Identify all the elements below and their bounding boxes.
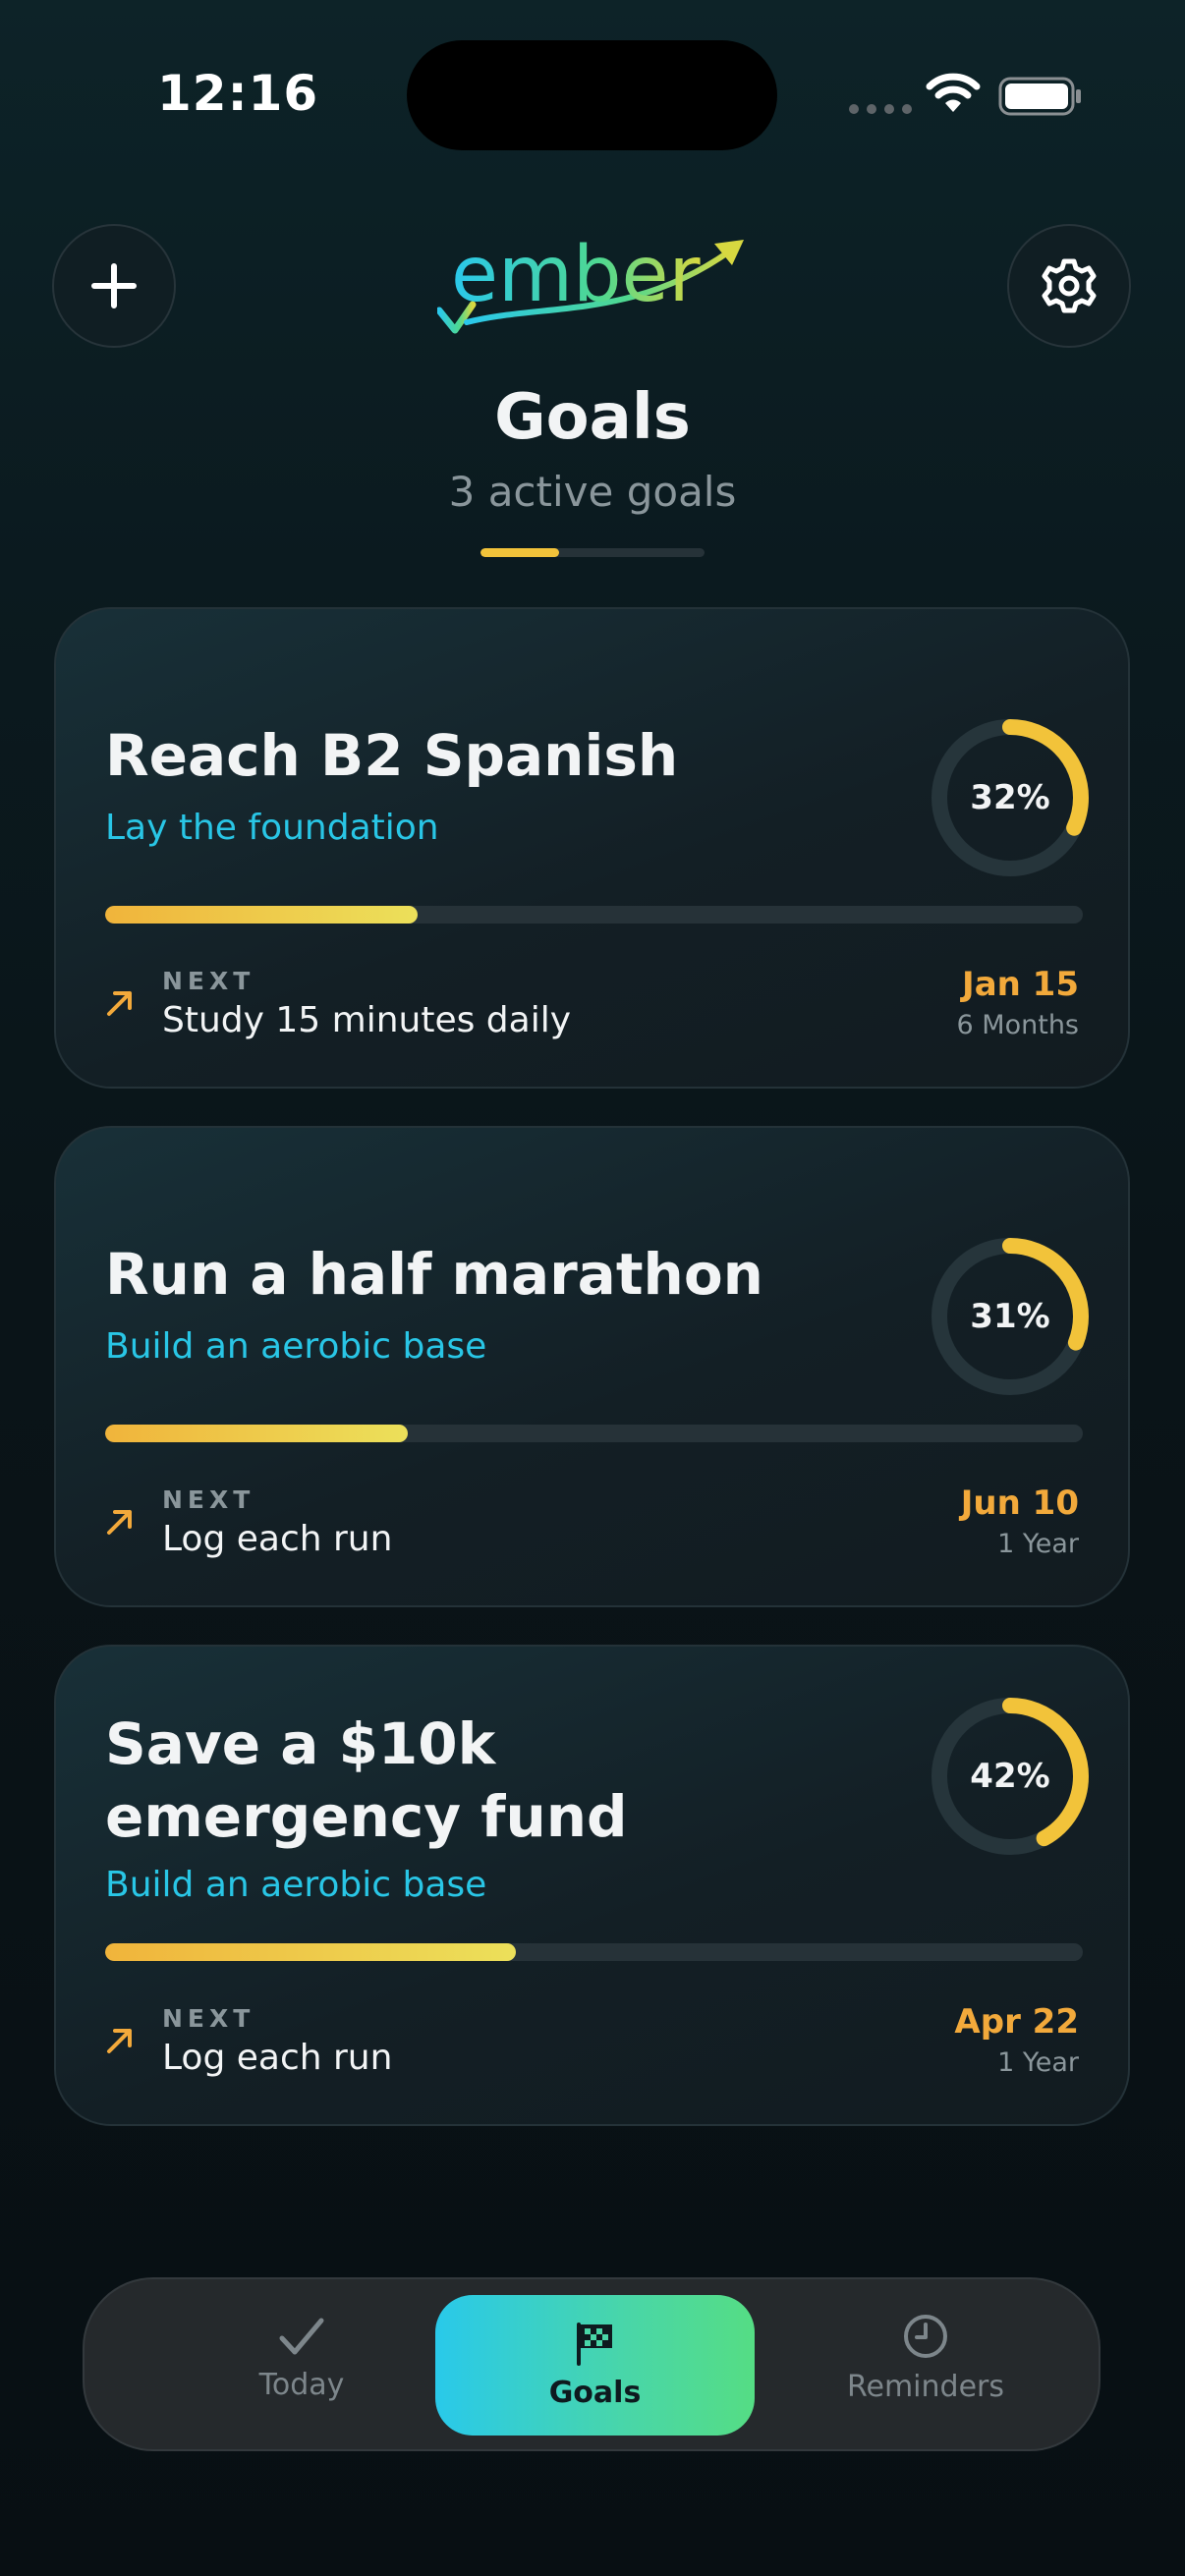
progress-percent: 42% bbox=[970, 1757, 1050, 1796]
page-subtitle: 3 active goals bbox=[448, 468, 737, 516]
goal-card[interactable]: Save a $10k emergency fund Build an aero… bbox=[54, 1645, 1130, 2126]
progress-ring: 31% bbox=[930, 1236, 1091, 1397]
progress-bar-fill bbox=[105, 1425, 409, 1442]
clock-icon bbox=[904, 2315, 947, 2358]
progress-ring: 42% bbox=[930, 1696, 1091, 1857]
goal-phase: Build an aerobic base bbox=[105, 1326, 487, 1367]
checkmark-icon bbox=[279, 2318, 324, 2355]
status-time: 12:16 bbox=[157, 65, 319, 122]
plus-icon bbox=[91, 263, 137, 308]
progress-bar bbox=[105, 1943, 1083, 1961]
goal-title: Reach B2 Spanish bbox=[105, 722, 679, 789]
tab-reminders[interactable]: Reminders bbox=[767, 2287, 1084, 2430]
ember-logo: ember bbox=[437, 232, 744, 334]
goal-duration: 1 Year bbox=[997, 2047, 1079, 2078]
signal-dots-icon bbox=[849, 104, 912, 114]
dynamic-island bbox=[407, 40, 777, 150]
settings-button[interactable] bbox=[1007, 224, 1131, 348]
tab-bar: Today Goals Reminders bbox=[83, 2277, 1100, 2451]
header-progress-indicator bbox=[480, 548, 705, 557]
progress-ring: 32% bbox=[930, 717, 1091, 878]
arrow-up-right-icon bbox=[107, 991, 132, 1016]
progress-bar-fill bbox=[105, 1943, 516, 1961]
tab-label: Today bbox=[258, 2368, 345, 2402]
progress-bar-fill bbox=[105, 906, 419, 924]
logo-text: ember bbox=[451, 232, 701, 319]
goal-phase: Lay the foundation bbox=[105, 808, 439, 848]
arrow-up-right-icon bbox=[107, 1510, 132, 1535]
add-goal-button[interactable] bbox=[52, 224, 176, 348]
gear-icon bbox=[1042, 258, 1097, 313]
due-date: Jan 15 bbox=[962, 965, 1079, 1004]
battery-icon bbox=[998, 77, 1081, 116]
page-title: Goals bbox=[494, 381, 691, 454]
goal-card[interactable]: Run a half marathon Build an aerobic bas… bbox=[54, 1126, 1130, 1607]
goal-title: Run a half marathon bbox=[105, 1241, 763, 1308]
goal-card[interactable]: Reach B2 Spanish Lay the foundation 32% … bbox=[54, 607, 1130, 1089]
goal-duration: 1 Year bbox=[997, 1529, 1079, 1559]
tab-label: Reminders bbox=[847, 2370, 1004, 2404]
progress-bar bbox=[105, 906, 1083, 924]
progress-percent: 32% bbox=[970, 778, 1050, 817]
tab-today[interactable]: Today bbox=[143, 2287, 460, 2430]
checkered-flag-icon bbox=[576, 2323, 612, 2366]
tab-label: Goals bbox=[548, 2376, 642, 2410]
tab-goals[interactable]: Goals bbox=[435, 2295, 755, 2436]
due-date: Jun 10 bbox=[960, 1484, 1079, 1523]
goal-duration: 6 Months bbox=[956, 1010, 1079, 1040]
next-label: NEXT bbox=[162, 967, 255, 995]
due-date: Apr 22 bbox=[954, 2002, 1079, 2042]
arrow-up-right-icon bbox=[107, 2029, 132, 2053]
next-action: Study 15 minutes daily bbox=[162, 1000, 572, 1040]
header-progress-fill bbox=[480, 548, 559, 557]
goal-title: Save a $10k emergency fund bbox=[105, 1710, 628, 1850]
next-action: Log each run bbox=[162, 1519, 393, 1559]
next-action: Log each run bbox=[162, 2038, 393, 2078]
next-label: NEXT bbox=[162, 1485, 255, 1514]
progress-percent: 31% bbox=[970, 1297, 1050, 1336]
progress-bar bbox=[105, 1425, 1083, 1442]
next-label: NEXT bbox=[162, 2004, 255, 2033]
wifi-icon bbox=[926, 73, 981, 112]
goal-phase: Build an aerobic base bbox=[105, 1865, 487, 1905]
